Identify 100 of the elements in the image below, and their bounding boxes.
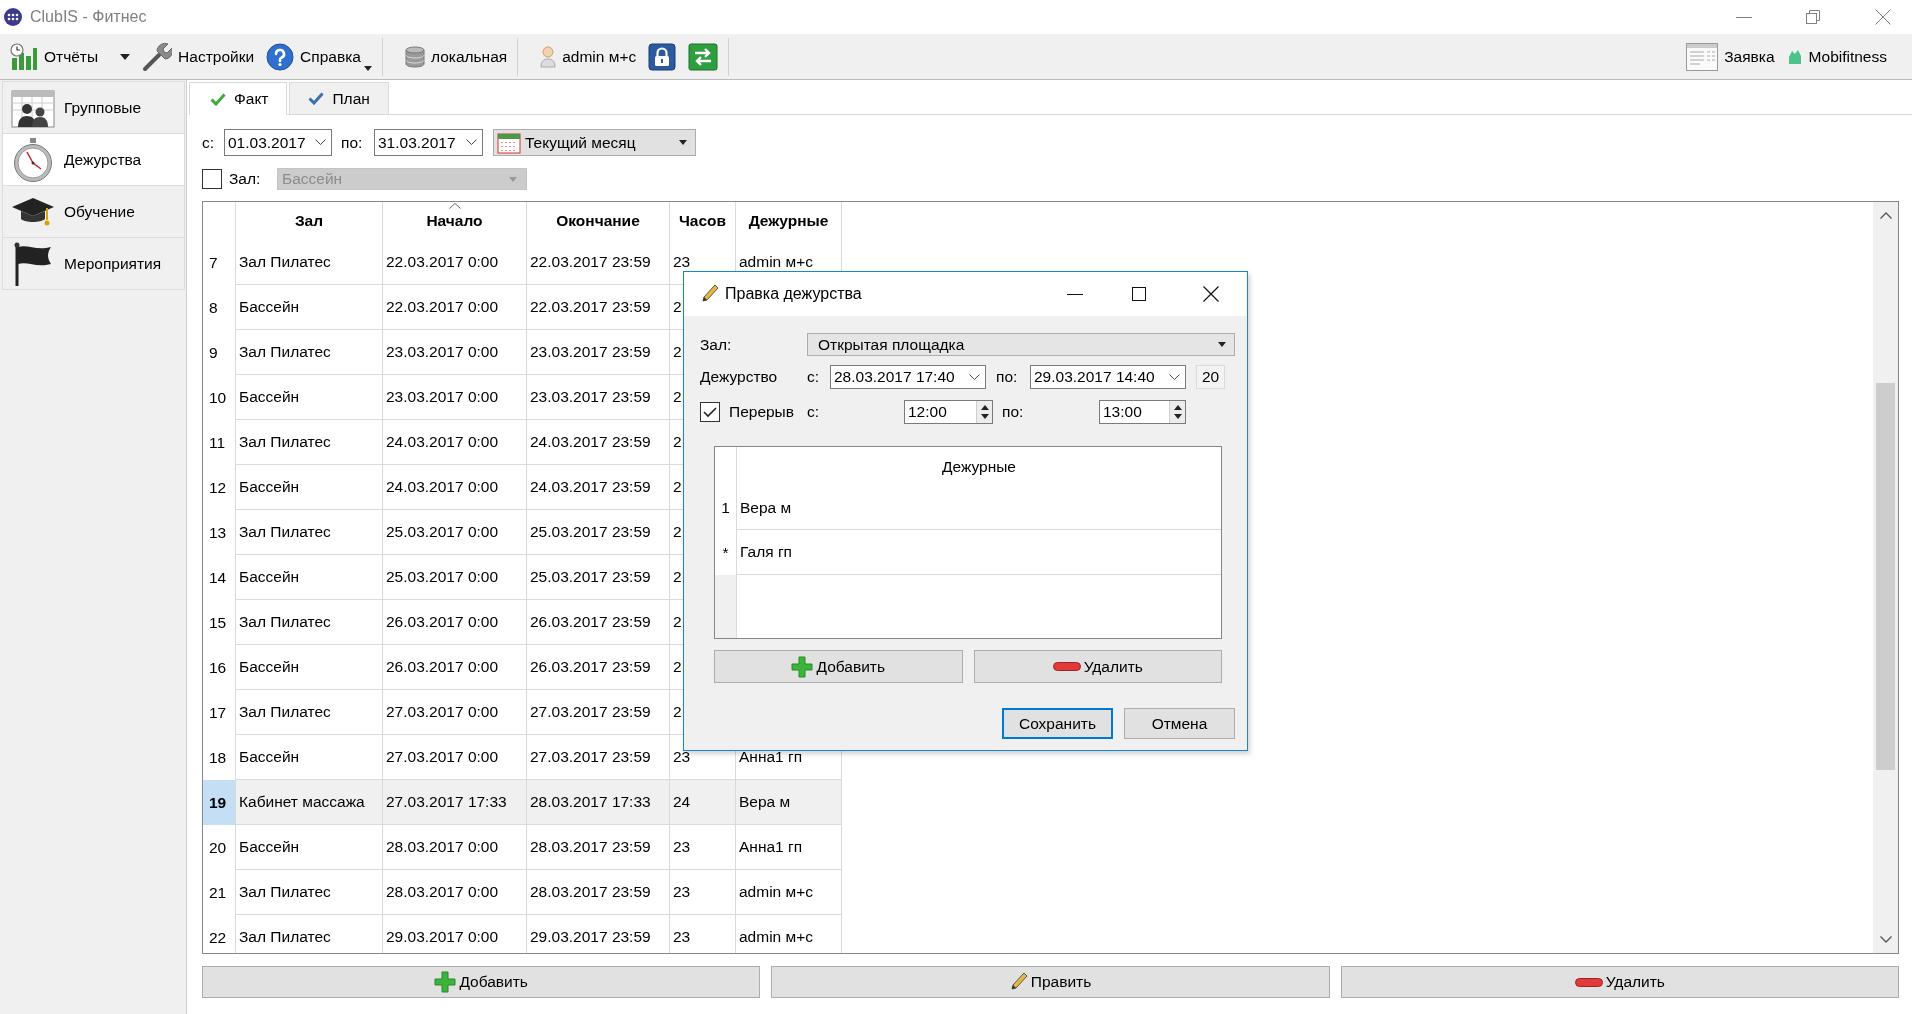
row-number[interactable]: 10 — [203, 375, 236, 420]
toolbar-button[interactable]: Mobifitness — [1786, 39, 1887, 74]
sidebar-item[interactable]: Групповые — [2, 81, 185, 134]
duty-label: Дежурство — [700, 368, 779, 386]
row-number[interactable]: 20 — [203, 825, 236, 870]
time-spinner[interactable]: 13:00 — [1099, 400, 1186, 424]
table-cell: Бассейн — [239, 298, 300, 316]
minimize-icon[interactable] — [1067, 293, 1083, 295]
add-button[interactable]: Добавить — [714, 650, 963, 683]
table-cell: 24.03.2017 23:59 — [530, 478, 651, 496]
close-icon[interactable] — [1203, 286, 1219, 302]
table-cell: 27.03.2017 23:59 — [530, 703, 651, 721]
delete-button[interactable]: Удалить — [1340, 966, 1899, 998]
row-number[interactable]: 14 — [203, 555, 236, 600]
caret-icon[interactable] — [120, 53, 131, 60]
column-header[interactable]: Начало — [383, 202, 527, 240]
swap-arrows-icon[interactable] — [688, 42, 719, 71]
table-cell: admin м+с — [739, 883, 813, 901]
table-cell: 2 — [673, 523, 682, 541]
table-cell: Зал Пилатес — [239, 613, 331, 631]
row-number[interactable]: 16 — [203, 645, 236, 690]
table-cell: Бассейн — [239, 478, 300, 496]
scroll-up-icon[interactable] — [1879, 212, 1892, 219]
delete-button[interactable]: Удалить — [973, 650, 1222, 683]
table-cell: 24.03.2017 23:59 — [530, 433, 651, 451]
toolbar-button[interactable]: локальная — [404, 39, 508, 74]
tab[interactable]: План — [289, 82, 389, 114]
column-header[interactable]: Дежурные — [736, 202, 842, 240]
caret-icon — [679, 140, 687, 145]
spin-down-icon[interactable] — [1173, 414, 1182, 419]
table-cell: 27.03.2017 0:00 — [386, 703, 499, 721]
table-cell: 2 — [673, 298, 682, 316]
table-cell: Вера м — [739, 793, 791, 811]
spin-up-icon[interactable] — [1173, 405, 1182, 410]
time-spinner[interactable]: 12:00 — [904, 400, 993, 424]
cancel-button[interactable]: Отмена — [1124, 708, 1235, 739]
app-logo-icon — [4, 8, 22, 26]
table-cell: Бассейн — [239, 838, 300, 856]
row-number[interactable]: 7 — [203, 240, 236, 285]
date-time-field[interactable]: 28.03.2017 17:40 — [830, 365, 986, 389]
row-number[interactable]: 19 — [203, 780, 236, 825]
row-number[interactable]: 11 — [203, 420, 236, 465]
break-label: Перерыв — [729, 403, 795, 421]
scrollbar-thumb[interactable] — [1876, 383, 1895, 770]
restore-icon[interactable] — [1806, 10, 1820, 24]
plus-icon — [791, 655, 814, 678]
check-icon — [703, 406, 717, 418]
column-header[interactable]: Зал — [236, 202, 383, 240]
edit-button[interactable]: Править — [771, 966, 1330, 998]
column-header[interactable]: Окончание — [527, 202, 670, 240]
scroll-down-icon[interactable] — [1879, 936, 1892, 943]
row-number[interactable]: 8 — [203, 285, 236, 330]
table-cell: 29.03.2017 0:00 — [386, 928, 499, 946]
period-dropdown[interactable]: Текущий месяц — [493, 129, 696, 156]
toolbar-button[interactable]: Заявка — [1686, 39, 1775, 74]
sidebar-item[interactable]: Дежурства — [2, 133, 185, 186]
tab[interactable]: Факт — [189, 82, 288, 115]
table-cell: Зал Пилатес — [239, 703, 331, 721]
sidebar-item[interactable]: Мероприятия — [2, 237, 185, 290]
table-cell: 27.03.2017 0:00 — [386, 748, 499, 766]
stopwatch-icon — [11, 137, 55, 182]
row-number[interactable]: 22 — [203, 915, 236, 953]
row-number[interactable]: 17 — [203, 690, 236, 735]
toolbar-button[interactable]: Справка — [266, 39, 372, 74]
add-button[interactable]: Добавить — [202, 966, 761, 998]
chart-icon — [10, 42, 38, 71]
from-label: с: — [807, 368, 821, 386]
toolbar-button[interactable]: Настройки — [142, 39, 255, 74]
table-cell: 2 — [673, 433, 682, 451]
table-cell: 23.03.2017 23:59 — [530, 388, 651, 406]
date-field[interactable]: 31.03.2017 — [374, 129, 483, 156]
lock-icon[interactable] — [648, 42, 677, 71]
table-cell: 22.03.2017 0:00 — [386, 298, 499, 316]
table-cell: 25.03.2017 0:00 — [386, 568, 499, 586]
checkbox[interactable] — [700, 402, 720, 422]
hall-dropdown[interactable]: Открытая площадка — [807, 333, 1235, 356]
sidebar-item[interactable]: Обучение — [2, 185, 185, 238]
toolbar-button[interactable]: admin м+с — [540, 39, 637, 74]
toolbar-button[interactable]: Отчёты — [10, 39, 99, 74]
table-cell: Зал Пилатес — [239, 253, 331, 271]
column-header[interactable]: Дежурные — [737, 447, 1221, 486]
save-button[interactable]: Сохранить — [1002, 708, 1113, 739]
row-number[interactable]: 9 — [203, 330, 236, 375]
row-number[interactable]: 13 — [203, 510, 236, 555]
row-number[interactable]: 21 — [203, 870, 236, 915]
spin-up-icon[interactable] — [980, 405, 989, 410]
spin-down-icon[interactable] — [980, 414, 989, 419]
table-cell: 2 — [673, 613, 682, 631]
date-time-field[interactable]: 29.03.2017 14:40 — [1030, 365, 1186, 389]
row-number[interactable]: 15 — [203, 600, 236, 645]
scrollbar[interactable] — [1873, 202, 1898, 953]
maximize-icon[interactable] — [1132, 287, 1146, 301]
table-cell: 28.03.2017 0:00 — [386, 838, 499, 856]
hall-label: Зал: — [700, 335, 733, 354]
row-number[interactable]: 12 — [203, 465, 236, 510]
table-cell: 24.03.2017 0:00 — [386, 433, 499, 451]
date-field[interactable]: 01.03.2017 — [224, 129, 332, 156]
column-header[interactable]: Часов — [670, 202, 736, 240]
check-icon — [308, 92, 325, 105]
table-cell: Зал Пилатес — [239, 928, 331, 946]
